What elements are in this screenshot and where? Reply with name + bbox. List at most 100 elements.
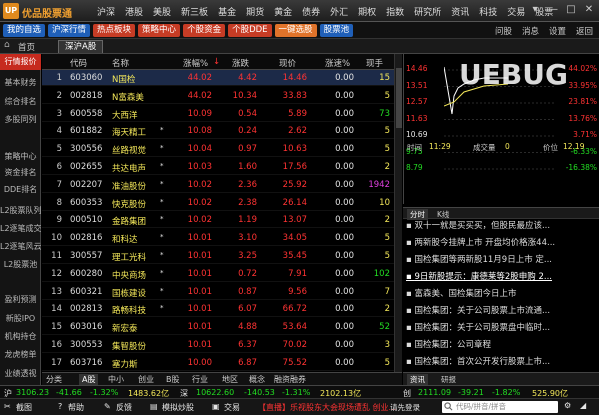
- sidebar-item[interactable]: 新股IPO: [0, 311, 41, 327]
- close-icon[interactable]: ✕: [583, 4, 595, 16]
- market-tab[interactable]: B股: [166, 374, 180, 385]
- sidebar-item[interactable]: DDE排名: [0, 182, 41, 198]
- table-row[interactable]: 3 600558 大西洋 10.09 0.54 5.89 0.00 73: [42, 106, 394, 122]
- simulate-button[interactable]: 模拟炒股: [162, 402, 194, 413]
- market-tab[interactable]: 中小: [108, 374, 124, 385]
- resize-icon[interactable]: ◢: [580, 401, 586, 410]
- login-text[interactable]: 请先登录: [390, 402, 420, 413]
- sidebar-item[interactable]: 机构持仓: [0, 329, 41, 345]
- column-header[interactable]: 代码: [70, 57, 87, 69]
- nav-item[interactable]: 研究所: [409, 5, 446, 18]
- home-icon[interactable]: ⌂: [4, 40, 10, 50]
- column-header[interactable]: 现价: [279, 57, 296, 69]
- table-scrollbar[interactable]: [394, 54, 402, 372]
- toolbar-button[interactable]: 热点板块: [93, 24, 136, 37]
- news-item[interactable]: ▪ 国检集团：关于公司股票上市流通...: [406, 304, 596, 320]
- table-row[interactable]: 1 603060 N国检 44.02 4.42 14.46 0.00 15: [42, 70, 394, 86]
- toolbar-button[interactable]: 个股DDE: [228, 24, 272, 37]
- news-item[interactable]: ▪ 9日新股提示：康德莱等2股申购 2...: [406, 270, 596, 286]
- search-input[interactable]: 代码/拼音/拼音: [442, 401, 558, 413]
- nav-item[interactable]: 美股: [148, 5, 176, 18]
- column-header[interactable]: 名称: [112, 57, 129, 69]
- feedback-button[interactable]: 反馈: [116, 402, 132, 413]
- news-item[interactable]: ▪ 富森美、国检集团今日上市: [406, 287, 596, 303]
- sidebar-item[interactable]: L2股票队列: [0, 203, 41, 219]
- table-row[interactable]: 4 601882 海天精工 * 10.08 0.24 2.62 0.00 5: [42, 123, 394, 140]
- market-tab[interactable]: 行业: [192, 374, 208, 385]
- sidebar-item[interactable]: 基本财务: [0, 75, 41, 91]
- toolbar-button[interactable]: 沪深行情: [48, 24, 91, 37]
- news-item[interactable]: ▪ 国检集团：关于公司股票盘中临时...: [406, 321, 596, 337]
- sidebar-item[interactable]: 龙虎榜单: [0, 347, 41, 363]
- news-tab[interactable]: 资讯: [407, 374, 428, 385]
- nav-item[interactable]: 沪深: [92, 5, 120, 18]
- market-tab[interactable]: 创业: [138, 374, 154, 385]
- toolbar-right-button[interactable]: 设置: [549, 25, 566, 37]
- table-row[interactable]: 17 603716 塞力斯 10.00 6.87 75.52 0.00 5: [42, 355, 394, 371]
- market-tab[interactable]: 分类: [46, 374, 62, 385]
- table-row[interactable]: 14 002813 路畅科技 * 10.01 6.07 66.72 0.00 2: [42, 301, 394, 318]
- toolbar-button[interactable]: 我的自选: [3, 24, 46, 37]
- screenshot-button[interactable]: 截图: [16, 402, 32, 413]
- help-button[interactable]: 帮助: [68, 402, 84, 413]
- trade-icon[interactable]: ▣: [212, 402, 220, 411]
- nav-item[interactable]: 港股: [120, 5, 148, 18]
- nav-item[interactable]: 资讯: [446, 5, 474, 18]
- sidebar-item[interactable]: 多股同列: [0, 112, 41, 128]
- sidebar-item[interactable]: L2逐笔风云: [0, 239, 41, 255]
- nav-item[interactable]: 新三板: [176, 5, 213, 18]
- simulate-icon[interactable]: ▤: [150, 402, 158, 411]
- scrollbar-thumb[interactable]: [396, 68, 402, 128]
- nav-item[interactable]: 交易: [502, 5, 530, 18]
- column-header[interactable]: 涨速%: [325, 57, 350, 69]
- column-header[interactable]: 涨跌: [232, 57, 249, 69]
- news-item[interactable]: ▪ 国检集团：首次公开发行股票上市...: [406, 355, 596, 371]
- trade-button[interactable]: 交易: [224, 402, 240, 413]
- toolbar-right-button[interactable]: 返回: [576, 25, 593, 37]
- table-row[interactable]: 11 300557 理工光科 * 10.01 3.25 35.45 0.00 5: [42, 248, 394, 264]
- column-header[interactable]: 涨幅%: [183, 57, 208, 69]
- nav-item[interactable]: 基金: [213, 5, 241, 18]
- sidebar-item[interactable]: L2逐笔成交: [0, 221, 41, 237]
- table-row[interactable]: 13 600321 国栋建设 * 10.01 0.87 9.56 0.00 7: [42, 284, 394, 300]
- table-row[interactable]: 10 002816 和科达 * 10.01 3.10 34.05 0.00 5: [42, 230, 394, 247]
- table-row[interactable]: 15 603016 新宏泰 10.01 4.88 53.64 0.00 52: [42, 319, 394, 336]
- sidebar-item[interactable]: 策略中心: [0, 149, 41, 165]
- tab-home[interactable]: 首页: [18, 41, 35, 53]
- nav-item[interactable]: 债券: [297, 5, 325, 18]
- table-row[interactable]: 7 002207 准油股份 * 10.02 2.36 25.92 0.00 1942: [42, 177, 394, 193]
- table-row[interactable]: 16 300553 集智股份 10.01 6.37 70.02 0.00 3: [42, 337, 394, 353]
- news-item[interactable]: ▪ 双十一就是买买买，但股民最应该...: [406, 219, 596, 235]
- dropdown-icon[interactable]: ▾: [529, 4, 541, 16]
- market-tab[interactable]: 概念: [249, 374, 265, 385]
- sidebar-item[interactable]: 盈利预测: [0, 292, 41, 308]
- help-icon[interactable]: ?: [58, 402, 62, 411]
- table-row[interactable]: 6 002655 共达电声 * 10.03 1.60 17.56 0.00 2: [42, 159, 394, 175]
- table-row[interactable]: 2 002818 N富森美 44.02 10.34 33.83 0.00 5: [42, 88, 394, 104]
- table-row[interactable]: 12 600280 中央商场 * 10.01 0.72 7.91 0.00 102: [42, 266, 394, 282]
- toolbar-button[interactable]: 股票池: [319, 24, 354, 37]
- market-tab[interactable]: 融资融券: [274, 374, 306, 385]
- toolbar-button[interactable]: 一键选股: [274, 24, 317, 37]
- news-tab[interactable]: 研报: [441, 374, 456, 385]
- screenshot-icon[interactable]: ✂: [4, 402, 11, 411]
- nav-item[interactable]: 科技: [474, 5, 502, 18]
- market-tab[interactable]: 地区: [222, 374, 238, 385]
- table-row[interactable]: 8 600353 快克股份 * 10.02 2.38 26.14 0.00 10: [42, 195, 394, 211]
- sidebar-item[interactable]: L2股票池: [0, 257, 41, 273]
- toolbar-button[interactable]: 策略中心: [138, 24, 181, 37]
- nav-item[interactable]: 黄金: [269, 5, 297, 18]
- sidebar-item[interactable]: 行情报价: [0, 54, 41, 70]
- toolbar-button[interactable]: 个股资金: [183, 24, 226, 37]
- settings-icon[interactable]: ⚙: [564, 401, 571, 410]
- sidebar-item[interactable]: 综合排名: [0, 94, 41, 110]
- feedback-icon[interactable]: ✎: [104, 402, 111, 411]
- nav-item[interactable]: 外汇: [325, 5, 353, 18]
- news-item[interactable]: ▪ 国检集团等两新股11月9日上市 定...: [406, 253, 596, 269]
- market-tab[interactable]: A股: [79, 374, 99, 385]
- news-item[interactable]: ▪ 两新股今挂牌上市 开盘均价格涨44...: [406, 236, 596, 252]
- ticker-text[interactable]: 【直播】乐视股东大会现场遭乱 创业...: [258, 402, 396, 413]
- minimize-icon[interactable]: —: [547, 4, 559, 16]
- table-row[interactable]: 5 300556 丝路视觉 * 10.04 0.97 10.63 0.00 5: [42, 141, 394, 158]
- maximize-icon[interactable]: □: [565, 4, 577, 16]
